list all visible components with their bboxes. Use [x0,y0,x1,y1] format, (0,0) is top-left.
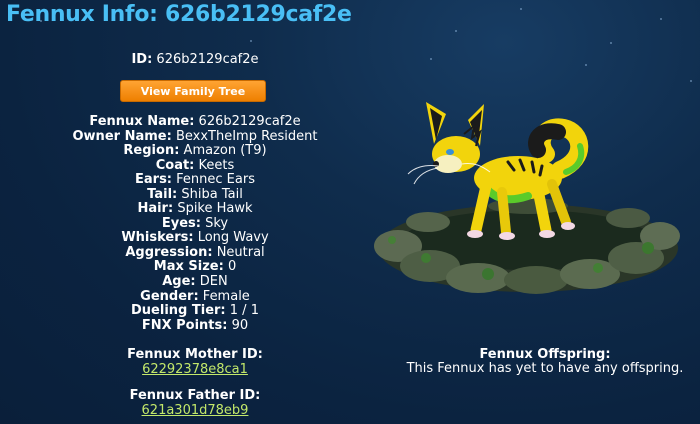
fennux-creature-image [374,102,680,294]
id-label: ID: [131,52,153,67]
father-id-label: Fennux Father ID: [129,388,261,403]
info-row-max-size: Max Size: 0 [0,260,390,275]
info-row-eyes: Eyes: Sky [0,215,390,232]
info-label: Coat: [155,157,195,173]
info-row-ears: Ears: Fennec Ears [0,172,390,188]
info-row-gender: Gender: Female [0,288,390,305]
info-row-name: Fennux Name: 626b2129caf2e [0,114,390,130]
info-value: Female [202,288,250,304]
info-label: FNX Points: [141,317,228,333]
info-label: Fennux Name: [89,114,195,129]
info-row-age: Age: DEN [0,274,390,290]
info-row-dueling-tier: Dueling Tier: 1 / 1 [0,303,390,319]
info-label: Eyes: [161,215,201,231]
info-value: 1 / 1 [229,303,259,319]
info-row-fnx-points: FNX Points: 90 [0,317,390,334]
info-value: Fennec Ears [176,172,255,188]
father-id-block: Fennux Father ID: 621a301d78eb9 [0,388,390,418]
page-title: Fennux Info: 626b2129caf2e [6,2,352,27]
info-row-tail: Tail: Shiba Tail [0,186,390,203]
info-value: Keets [198,157,235,173]
info-value: Spike Hawk [177,201,253,217]
id-line: ID: 626b2129caf2e [0,52,390,67]
info-value: 0 [227,259,237,275]
info-label: Ears: [135,172,173,188]
info-label: Dueling Tier: [131,303,226,319]
info-value: Sky [205,215,229,231]
mother-id-block: Fennux Mother ID: 62292378e8ca1 [0,347,390,377]
info-label: Hair: [137,201,174,217]
offspring-label: Fennux Offspring: [479,347,611,362]
father-id-link[interactable]: 621a301d78eb9 [142,403,249,418]
mother-id-link[interactable]: 62292378e8ca1 [142,362,248,377]
info-label: Aggression: [125,244,213,260]
info-row-region: Region: Amazon (T9) [0,143,390,159]
info-label: Region: [123,143,180,159]
info-row-hair: Hair: Spike Hawk [0,202,390,217]
rock-ring [374,198,680,294]
offspring-block: Fennux Offspring: This Fennux has yet to… [390,348,700,376]
info-value: Long Wavy [197,230,269,246]
info-value: Neutral [216,244,265,260]
mother-id-label: Fennux Mother ID: [127,347,263,362]
info-row-owner: Owner Name: BexxTheImp Resident [0,128,390,145]
fennux-info-list: Fennux Name: 626b2129caf2e Owner Name: B… [0,114,390,334]
info-value: Amazon (T9) [183,143,267,159]
info-row-aggression: Aggression: Neutral [0,244,390,261]
info-value: 626b2129caf2e [198,114,301,129]
info-value: BexxTheImp Resident [175,128,318,144]
info-value: 90 [231,317,249,333]
info-value: DEN [199,274,228,290]
info-row-coat: Coat: Keets [0,157,390,174]
id-value: 626b2129caf2e [156,52,259,67]
info-label: Tail: [147,186,178,202]
info-value: Shiba Tail [181,186,243,202]
info-label: Gender: [140,288,199,304]
info-label: Age: [162,274,196,290]
info-label: Whiskers: [121,230,194,246]
info-label: Owner Name: [72,128,172,144]
info-label: Max Size: [153,259,224,275]
view-family-tree-button[interactable]: View Family Tree [120,80,266,102]
info-row-whiskers: Whiskers: Long Wavy [0,231,390,246]
offspring-text: This Fennux has yet to have any offsprin… [406,361,684,376]
